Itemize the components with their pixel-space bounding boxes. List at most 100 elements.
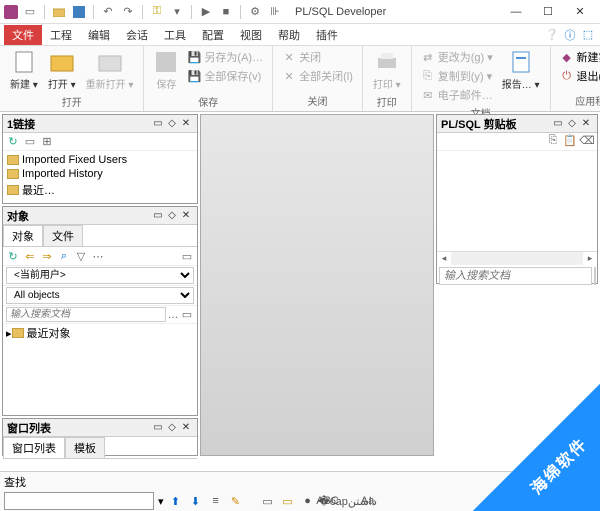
find-box1-icon[interactable]: ▭ [260, 493, 276, 509]
open-button[interactable]: 打开 ▾ [44, 48, 80, 93]
add-icon[interactable]: ▭ [23, 135, 37, 149]
change-to-button[interactable]: ⇄更改为(g) ▾ [418, 48, 496, 66]
winlist-title: 窗口列表 [7, 420, 151, 436]
find-dropdown-icon[interactable]: ▾ [158, 495, 164, 508]
find-regex-icon[interactable]: �барداشتن [340, 493, 356, 509]
user-select[interactable]: <当前用户> [6, 267, 194, 284]
menu-config[interactable]: 配置 [194, 25, 232, 45]
clip-copy-icon[interactable]: ⎘ [546, 133, 560, 147]
group-print-label: 打印 [369, 93, 405, 110]
qat-dropdown-icon[interactable]: ▾ [169, 4, 185, 20]
scroll-left-icon[interactable]: ◂ [437, 252, 451, 265]
copy-to-button[interactable]: ⎘复制到(y) ▾ [418, 67, 496, 85]
qat-stop-icon[interactable]: ■ [218, 4, 234, 20]
close-button[interactable]: ✕ [564, 0, 596, 24]
email-button[interactable]: ✉电子邮件… [418, 86, 496, 104]
clipboard-search-input[interactable] [439, 267, 592, 285]
close-all-button[interactable]: ✕全部关闭(l) [279, 67, 356, 85]
menu-project[interactable]: 工程 [42, 25, 80, 45]
new-button[interactable]: 新建 ▾ [6, 48, 42, 93]
clipboard-search-button[interactable] [594, 267, 596, 285]
qat-new-icon[interactable]: ▭ [22, 4, 38, 20]
clip-clear-icon[interactable]: ⌫ [580, 133, 594, 147]
tree-item[interactable]: Imported History [7, 167, 193, 181]
panel-restore-icon[interactable]: ▭ [551, 117, 565, 131]
reopen-button[interactable]: 重新打开 ▾ [82, 48, 138, 93]
qat-sliders-icon[interactable]: ⊪ [267, 4, 283, 20]
panel-restore-icon[interactable]: ▭ [151, 421, 165, 435]
obj-find-icon[interactable]: ⌕ [57, 249, 71, 263]
menu-help[interactable]: 帮助 [270, 25, 308, 45]
save-button[interactable]: 保存 [150, 48, 182, 93]
find-all-icon[interactable]: ≡ [208, 493, 224, 509]
clipboard-scrollbar[interactable]: ◂ ▸ [437, 251, 597, 265]
qat-save-icon[interactable] [71, 4, 87, 20]
exit-button[interactable]: ⏻退出(x) [557, 67, 600, 85]
obj-fwd-icon[interactable]: ⇒ [40, 249, 54, 263]
object-search-input[interactable] [6, 307, 166, 322]
menu-tools[interactable]: 工具 [156, 25, 194, 45]
clip-paste-icon[interactable]: 📋 [563, 133, 577, 147]
recent-objects-row[interactable]: ▸ 最近对象 [3, 323, 197, 342]
folder-icon [12, 328, 24, 338]
qat-run-icon[interactable]: ▶ [198, 4, 214, 20]
tab-objects[interactable]: 对象 [3, 225, 43, 246]
info-icon[interactable]: ⓘ [562, 27, 578, 43]
panel-close-icon[interactable]: ✕ [179, 117, 193, 131]
print-button[interactable]: 打印 ▾ [369, 48, 405, 93]
find-next-icon[interactable]: ⬇ [188, 493, 204, 509]
qat-undo-icon[interactable]: ↶ [100, 4, 116, 20]
minimize-button[interactable]: — [500, 0, 532, 24]
refresh-icon[interactable]: ↻ [6, 135, 20, 149]
find-case-icon[interactable]: Aa [360, 493, 376, 509]
search-more-icon[interactable]: … [166, 308, 180, 322]
expand-icon[interactable]: ⊞ [40, 135, 54, 149]
panel-pin-icon[interactable]: ◇ [165, 421, 179, 435]
panel-pin-icon[interactable]: ◇ [165, 117, 179, 131]
obj-filter-icon[interactable]: ▽ [74, 249, 88, 263]
menu-session[interactable]: 会话 [118, 25, 156, 45]
menu-edit[interactable]: 编辑 [80, 25, 118, 45]
qat-key-icon[interactable]: ⚿ [149, 4, 165, 20]
panel-pin-icon[interactable]: ◇ [565, 117, 579, 131]
qat-open-icon[interactable] [51, 4, 67, 20]
find-prev-icon[interactable]: ⬆ [168, 493, 184, 509]
report-button[interactable]: 报告… ▾ [498, 48, 544, 93]
obj-back-icon[interactable]: ⇐ [23, 249, 37, 263]
help-icon[interactable]: ❔ [544, 27, 560, 43]
folder-icon [7, 169, 19, 179]
save-all-button[interactable]: 💾全部保存(v) [184, 67, 266, 85]
group-app-label: 应用程序 [557, 92, 600, 109]
menu-view[interactable]: 视图 [232, 25, 270, 45]
panel-close-icon[interactable]: ✕ [179, 421, 193, 435]
obj-box-icon[interactable]: ▭ [180, 249, 194, 263]
panel-pin-icon[interactable]: ◇ [165, 209, 179, 223]
panel-restore-icon[interactable]: ▭ [151, 209, 165, 223]
obj-refresh-icon[interactable]: ↻ [6, 249, 20, 263]
panel-close-icon[interactable]: ✕ [579, 117, 593, 131]
save-as-button[interactable]: 💾另存为(A)… [184, 48, 266, 66]
qat-settings-icon[interactable]: ⚙ [247, 4, 263, 20]
menu-file[interactable]: 文件 [4, 25, 42, 45]
obj-more-icon[interactable]: ⋯ [91, 249, 105, 263]
tab-files[interactable]: 文件 [43, 225, 83, 246]
menu-plugin[interactable]: 插件 [308, 25, 346, 45]
tab-template[interactable]: 模板 [65, 437, 105, 458]
tab-winlist[interactable]: 窗口列表 [3, 437, 65, 458]
find-input[interactable] [4, 492, 154, 510]
close-file-button[interactable]: ✕关闭 [279, 48, 356, 66]
objects-select[interactable]: All objects [6, 287, 194, 304]
maximize-button[interactable]: ☐ [532, 0, 564, 24]
find-dot-icon[interactable]: ● [300, 493, 316, 509]
new-instance-button[interactable]: ◆新建实例(I) [557, 48, 600, 66]
tree-item[interactable]: Imported Fixed Users [7, 153, 193, 167]
ext-icon[interactable]: ⬚ [580, 27, 596, 43]
scroll-right-icon[interactable]: ▸ [583, 252, 597, 265]
search-box-icon[interactable]: ▭ [180, 308, 194, 322]
find-highlight-icon[interactable]: ✎ [228, 493, 244, 509]
qat-redo-icon[interactable]: ↷ [120, 4, 136, 20]
find-box2-icon[interactable]: ▭ [280, 493, 296, 509]
panel-restore-icon[interactable]: ▭ [151, 117, 165, 131]
panel-close-icon[interactable]: ✕ [179, 209, 193, 223]
tree-item[interactable]: 最近… [7, 181, 193, 199]
